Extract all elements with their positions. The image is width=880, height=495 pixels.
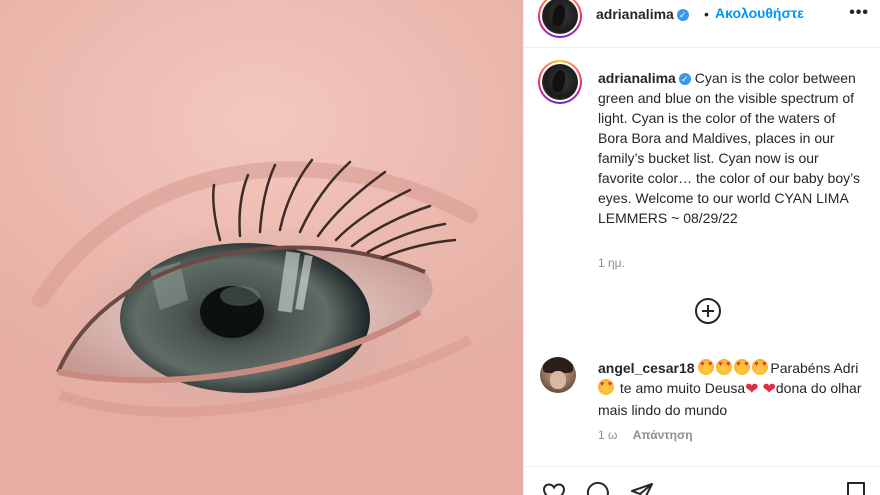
baby-eye-image bbox=[32, 158, 478, 417]
verified-badge-icon: ✓ bbox=[678, 73, 691, 86]
caption-text: adrianalima ✓ Cyan is the color between g… bbox=[598, 68, 868, 228]
comment: angel_cesar18 Parabéns Adri te amo muito… bbox=[598, 358, 870, 420]
post-side-panel: adrianalima ✓ • Ακολουθήστε ••• adrianali… bbox=[523, 0, 880, 495]
caption-body: Cyan is the color between green and blue… bbox=[598, 70, 860, 226]
red-heart-icon: ❤ bbox=[745, 381, 759, 398]
caption-timestamp[interactable]: 1 ημ. bbox=[598, 256, 625, 270]
heart-icon[interactable] bbox=[542, 481, 566, 495]
commenter-username[interactable]: angel_cesar18 bbox=[598, 360, 695, 376]
commenter-avatar[interactable] bbox=[540, 357, 576, 393]
follow-button[interactable]: Ακολουθήστε bbox=[715, 5, 804, 21]
author-username[interactable]: adrianalima ✓ bbox=[596, 6, 689, 22]
comment-text-part2: te amo muito Deusa bbox=[616, 380, 746, 396]
bookmark-icon[interactable] bbox=[845, 481, 867, 495]
caption-avatar[interactable] bbox=[538, 60, 582, 104]
speech-bubble-icon[interactable] bbox=[586, 481, 610, 495]
heart-eyes-emoji-icon bbox=[716, 359, 733, 375]
heart-eyes-emoji-icon bbox=[752, 359, 769, 375]
reply-button[interactable]: Απάντηση bbox=[633, 428, 693, 442]
post-header: adrianalima ✓ • Ακολουθήστε ••• bbox=[524, 0, 880, 48]
author-avatar[interactable] bbox=[538, 0, 582, 38]
red-heart-icon: ❤ bbox=[762, 381, 776, 398]
heart-eyes-emoji-icon bbox=[734, 359, 751, 375]
action-bar bbox=[524, 466, 880, 495]
plus-circle-icon[interactable] bbox=[695, 298, 721, 324]
comment-timestamp[interactable]: 1 ω bbox=[598, 428, 617, 442]
comment-meta: 1 ω Απάντηση bbox=[598, 428, 693, 442]
verified-badge-icon: ✓ bbox=[676, 9, 689, 22]
post-photo[interactable] bbox=[0, 0, 523, 495]
heart-eyes-emoji-icon bbox=[698, 359, 715, 375]
separator-dot: • bbox=[704, 6, 709, 22]
more-options-icon[interactable]: ••• bbox=[849, 4, 869, 22]
heart-eyes-emoji-icon bbox=[598, 379, 614, 395]
caption-username[interactable]: adrianalima bbox=[598, 70, 676, 86]
comment-text-part1: Parabéns Adri bbox=[770, 360, 859, 376]
paper-plane-icon[interactable] bbox=[630, 481, 654, 495]
